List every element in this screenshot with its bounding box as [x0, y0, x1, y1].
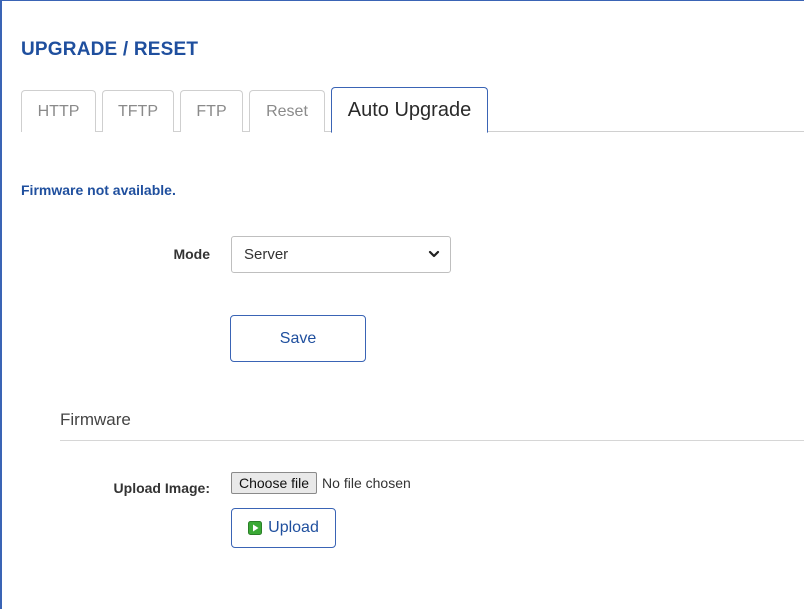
page: UPGRADE / RESET HTTP TFTP FTP Reset Auto…	[0, 0, 804, 609]
mode-select[interactable]: Server	[231, 236, 451, 273]
file-input: Choose file No file chosen	[231, 472, 411, 494]
upload-icon	[248, 521, 263, 535]
page-title: UPGRADE / RESET	[21, 39, 199, 60]
tab-http[interactable]: HTTP	[21, 90, 96, 132]
file-status-text: No file chosen	[322, 475, 411, 491]
choose-file-button[interactable]: Choose file	[231, 472, 318, 494]
tab-tftp[interactable]: TFTP	[102, 90, 174, 132]
mode-label: Mode	[173, 246, 210, 262]
tab-auto-upgrade[interactable]: Auto Upgrade	[331, 87, 488, 133]
tab-ftp[interactable]: FTP	[180, 90, 243, 132]
firmware-section-divider	[60, 440, 804, 441]
chevron-down-icon	[428, 250, 440, 258]
save-button[interactable]: Save	[230, 315, 366, 362]
mode-selected-value: Server	[244, 246, 289, 263]
tab-reset[interactable]: Reset	[249, 90, 325, 132]
firmware-section-title: Firmware	[60, 410, 131, 429]
upload-button[interactable]: Upload	[231, 508, 336, 548]
upload-image-label: Upload Image:	[113, 480, 210, 496]
upload-button-label: Upload	[268, 519, 319, 536]
status-message: Firmware not available.	[21, 182, 176, 198]
